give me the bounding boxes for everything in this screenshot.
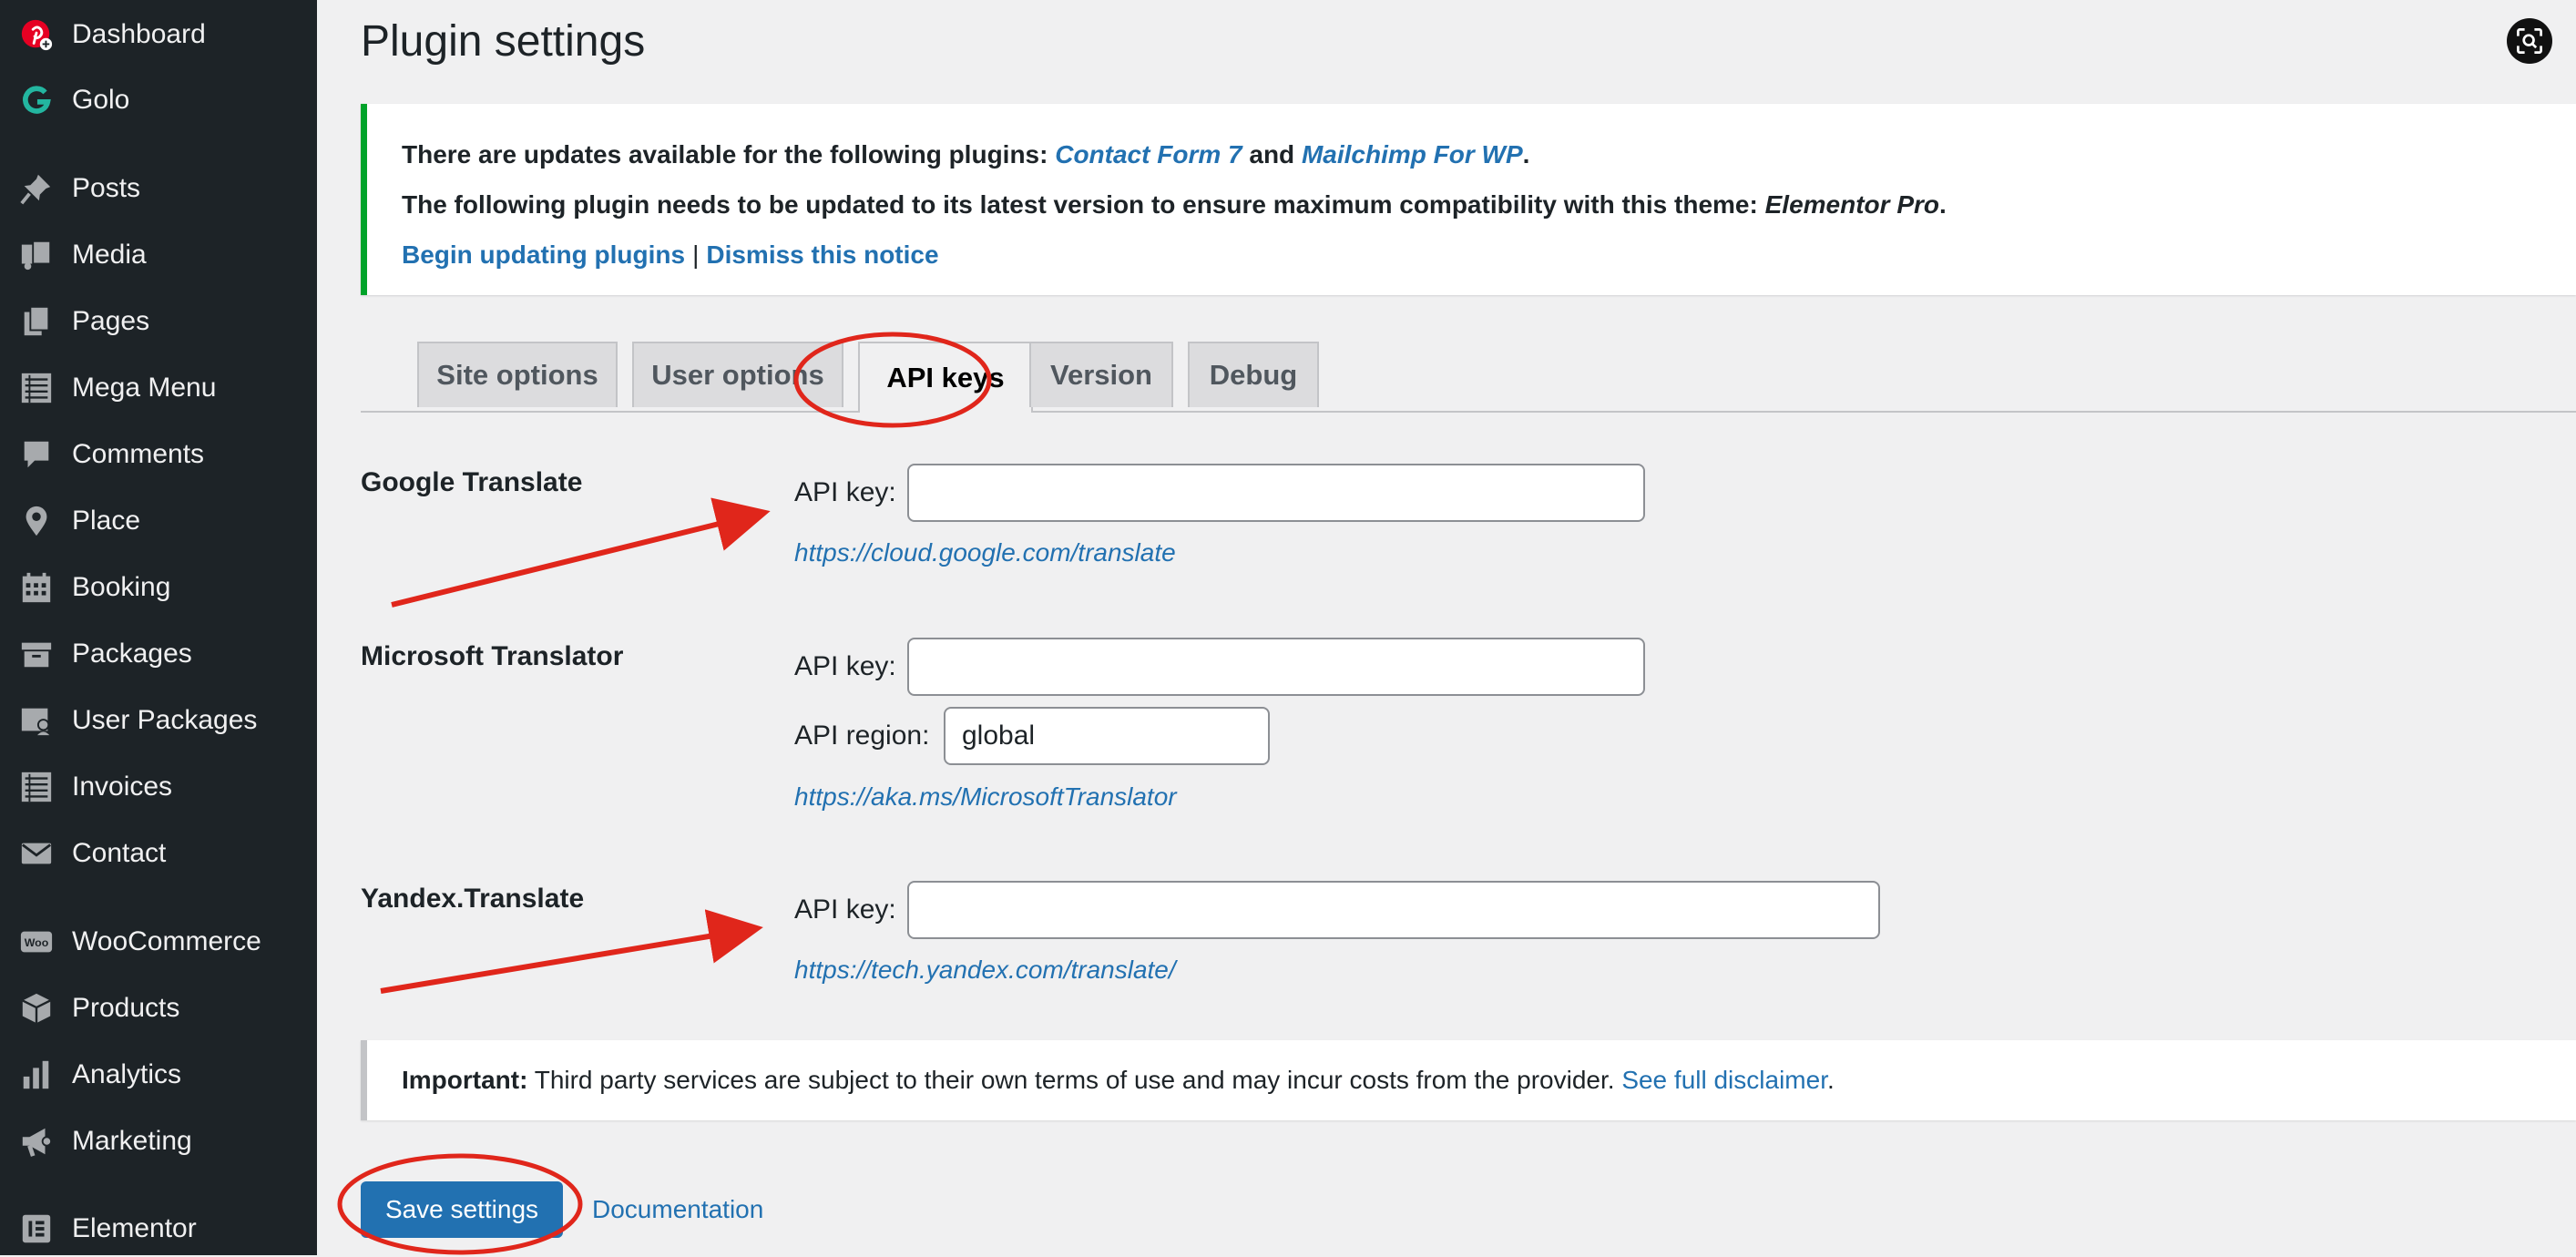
sidebar-item-label: Comments bbox=[72, 439, 205, 469]
sidebar-item-dashboard[interactable]: Dashboard bbox=[0, 6, 317, 63]
sidebar-item-label: User Packages bbox=[72, 705, 258, 735]
visual-search-icon bbox=[2517, 28, 2542, 54]
sidebar-item-analytics[interactable]: Analytics bbox=[0, 1047, 317, 1103]
sidebar-item-woocommerce[interactable]: Woo WooCommerce bbox=[0, 914, 317, 970]
woo-icon: Woo bbox=[18, 924, 55, 960]
sidebar-item-place[interactable]: Place bbox=[0, 493, 317, 549]
sidebar-item-label: Contact bbox=[72, 838, 167, 868]
sidebar-item-label: WooCommerce bbox=[72, 926, 261, 956]
sidebar-item-pages[interactable]: Pages bbox=[0, 293, 317, 350]
sidebar-item-label: Dashboard bbox=[72, 19, 206, 49]
sidebar-item-posts[interactable]: Posts bbox=[0, 160, 317, 217]
sidebar-item-label: Posts bbox=[72, 173, 141, 203]
pages-icon bbox=[18, 303, 55, 340]
yandex-api-key-input[interactable] bbox=[907, 881, 1880, 939]
disclaimer-notice: Important: Third party services are subj… bbox=[361, 1040, 2576, 1120]
sidebar-item-booking[interactable]: Booking bbox=[0, 559, 317, 616]
begin-updating-link[interactable]: Begin updating plugins bbox=[402, 240, 685, 269]
disclaimer-text: Important: Third party services are subj… bbox=[402, 1066, 1835, 1094]
calendar-icon bbox=[18, 569, 55, 606]
tab-user-options[interactable]: User options bbox=[632, 342, 843, 407]
microsoft-api-region-input[interactable] bbox=[944, 707, 1270, 765]
elementor-pro-name: Elementor Pro bbox=[1764, 190, 1939, 219]
location-icon bbox=[18, 503, 55, 539]
sidebar-item-mega-menu[interactable]: Mega Menu bbox=[0, 360, 317, 416]
media-icon bbox=[18, 237, 55, 273]
microsoft-api-region-label: API region: bbox=[794, 720, 930, 751]
tab-version[interactable]: Version bbox=[1029, 342, 1173, 407]
sidebar-item-marketing[interactable]: Marketing bbox=[0, 1113, 317, 1170]
box-icon bbox=[18, 990, 55, 1027]
full-disclaimer-link[interactable]: See full disclaimer bbox=[1621, 1066, 1827, 1094]
dismiss-notice-link[interactable]: Dismiss this notice bbox=[706, 240, 938, 269]
google-translate-link[interactable]: https://cloud.google.com/translate bbox=[794, 538, 1176, 567]
main-content: Plugin settings There are updates availa… bbox=[317, 0, 2576, 1255]
archive-icon bbox=[18, 636, 55, 672]
sidebar-item-label: Analytics bbox=[72, 1059, 182, 1089]
update-notice: There are updates available for the foll… bbox=[361, 104, 2576, 295]
user-card-icon bbox=[18, 702, 55, 739]
list-icon bbox=[18, 370, 55, 406]
sidebar-item-products[interactable]: Products bbox=[0, 980, 317, 1037]
microsoft-api-key-label: API key: bbox=[794, 651, 896, 681]
sidebar-item-user-packages[interactable]: User Packages bbox=[0, 692, 317, 749]
sidebar-item-label: Golo bbox=[72, 85, 130, 115]
tab-site-options[interactable]: Site options bbox=[417, 342, 618, 407]
comment-icon bbox=[18, 436, 55, 473]
contact-form-7-link[interactable]: Contact Form 7 bbox=[1055, 140, 1242, 169]
page-title: Plugin settings bbox=[361, 17, 646, 66]
sidebar-item-label: Marketing bbox=[72, 1126, 192, 1156]
sidebar-item-elementor[interactable]: Elementor bbox=[0, 1201, 317, 1257]
yandex-api-key-label: API key: bbox=[794, 894, 896, 925]
admin-sidebar: Dashboard Golo Posts Media Pages Mega Me… bbox=[0, 0, 317, 1255]
megaphone-icon bbox=[18, 1123, 55, 1160]
microsoft-api-key-input[interactable] bbox=[907, 638, 1645, 696]
notice-actions: Begin updating plugins | Dismiss this noti… bbox=[402, 240, 939, 269]
sidebar-item-label: Media bbox=[72, 240, 147, 270]
pin-icon bbox=[18, 170, 55, 207]
settings-tabs: Site options User options API keys Versi… bbox=[361, 342, 2576, 413]
tab-debug[interactable]: Debug bbox=[1188, 342, 1319, 407]
mailchimp-link[interactable]: Mailchimp For WP bbox=[1302, 140, 1523, 169]
sidebar-item-media[interactable]: Media bbox=[0, 227, 317, 283]
pinterest-logo-icon bbox=[18, 16, 55, 53]
elementor-icon bbox=[18, 1211, 55, 1247]
sidebar-item-invoices[interactable]: Invoices bbox=[0, 759, 317, 815]
email-icon bbox=[18, 835, 55, 872]
save-settings-button[interactable]: Save settings bbox=[361, 1181, 563, 1238]
sidebar-item-label: Invoices bbox=[72, 772, 173, 802]
notice-updates-line: There are updates available for the foll… bbox=[402, 140, 1530, 169]
yandex-translate-title: Yandex.Translate bbox=[361, 884, 585, 914]
sidebar-item-label: Place bbox=[72, 506, 141, 536]
google-api-key-label: API key: bbox=[794, 477, 896, 507]
sidebar-item-label: Mega Menu bbox=[72, 373, 217, 403]
sidebar-item-label: Booking bbox=[72, 572, 171, 602]
google-translate-title: Google Translate bbox=[361, 467, 583, 497]
sidebar-item-label: Products bbox=[72, 993, 180, 1023]
golo-logo-icon bbox=[18, 82, 55, 118]
sidebar-item-contact[interactable]: Contact bbox=[0, 825, 317, 882]
microsoft-translator-title: Microsoft Translator bbox=[361, 641, 624, 671]
sidebar-item-label: Pages bbox=[72, 306, 150, 336]
google-api-key-input[interactable] bbox=[907, 464, 1645, 522]
tab-api-keys[interactable]: API keys bbox=[858, 342, 1033, 413]
sidebar-item-packages[interactable]: Packages bbox=[0, 626, 317, 682]
documentation-link[interactable]: Documentation bbox=[592, 1195, 763, 1224]
sidebar-item-comments[interactable]: Comments bbox=[0, 426, 317, 483]
sidebar-item-label: Elementor bbox=[72, 1213, 197, 1243]
yandex-translate-link[interactable]: https://tech.yandex.com/translate/ bbox=[794, 956, 1176, 985]
screen-search-button[interactable] bbox=[2507, 18, 2552, 64]
notice-compat-line: The following plugin needs to be updated… bbox=[402, 190, 1947, 219]
list-icon bbox=[18, 769, 55, 805]
sidebar-item-label: Packages bbox=[72, 639, 192, 669]
sidebar-item-golo[interactable]: Golo bbox=[0, 72, 317, 128]
microsoft-translator-link[interactable]: https://aka.ms/MicrosoftTranslator bbox=[794, 782, 1177, 812]
svg-text:Woo: Woo bbox=[25, 936, 49, 949]
bar-chart-icon bbox=[18, 1057, 55, 1093]
